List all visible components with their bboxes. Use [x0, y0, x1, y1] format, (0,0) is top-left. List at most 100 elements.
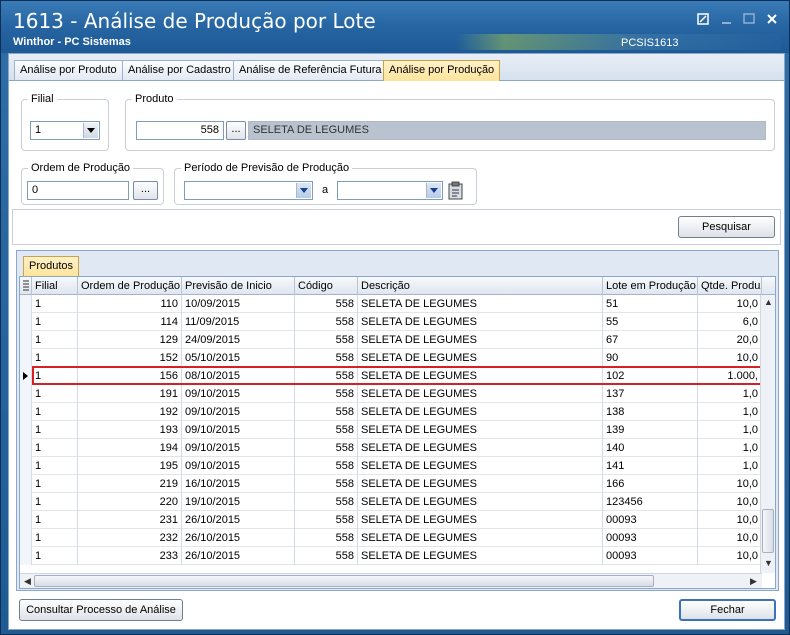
periodo-fim-input[interactable] [337, 181, 443, 200]
vertical-scrollbar[interactable]: ▲ ▼ [760, 295, 775, 573]
scroll-left-icon[interactable]: ◀ [24, 576, 31, 587]
column-header-ordem-producao[interactable]: Ordem de Produção [78, 277, 182, 295]
row-indicator[interactable] [20, 547, 32, 565]
table-row[interactable]: 1 232 26/10/2015 558 SELETA DE LEGUMES 00093 1… [20, 529, 762, 547]
table-row[interactable]: 1 194 09/10/2015 558 SELETA DE LEGUMES 140 1,0 [20, 439, 762, 457]
column-header-codigo[interactable]: Código [295, 277, 358, 295]
row-indicator[interactable] [20, 457, 32, 475]
table-row[interactable]: 1 233 26/10/2015 558 SELETA DE LEGUMES 00093 1… [20, 547, 762, 565]
cell-codigo: 558 [295, 421, 358, 439]
periodo-inicio-input[interactable] [184, 181, 313, 200]
cell-descricao: SELETA DE LEGUMES [358, 367, 603, 385]
minimize-icon[interactable] [719, 12, 735, 26]
table-row[interactable]: 1 192 09/10/2015 558 SELETA DE LEGUMES 138 1,0 [20, 403, 762, 421]
chevron-down-icon[interactable] [83, 123, 98, 138]
table-row[interactable]: 1 193 09/10/2015 558 SELETA DE LEGUMES 139 1,0 [20, 421, 762, 439]
tab-analise-por-produto[interactable]: Análise por Produto [14, 60, 123, 80]
row-indicator[interactable] [20, 349, 32, 367]
produto-code-input[interactable]: 558 [136, 121, 224, 140]
clipboard-icon[interactable] [447, 181, 465, 200]
title-decoration [456, 34, 781, 50]
cell-previsao-inicio: 09/10/2015 [182, 421, 295, 439]
cell-filial: 1 [32, 457, 78, 475]
filial-select[interactable]: 1 [30, 121, 100, 140]
horizontal-scroll-thumb[interactable] [34, 575, 654, 587]
cell-descricao: SELETA DE LEGUMES [358, 439, 603, 457]
row-indicator[interactable] [20, 403, 32, 421]
column-header-previsao-inicio[interactable]: Previsão de Inicio [182, 277, 295, 295]
fechar-button[interactable]: Fechar [679, 599, 776, 621]
column-header-lote-producao[interactable]: Lote em Produção [603, 277, 698, 295]
scroll-right-icon[interactable]: ▶ [750, 576, 757, 587]
cell-qtde-produz: 6,0 [698, 313, 762, 331]
produto-search-button[interactable]: ... [226, 121, 246, 140]
calendar-dropdown-icon[interactable] [296, 183, 311, 198]
ordem-producao-search-button[interactable]: ... [133, 181, 158, 200]
column-header-qtde-produz[interactable]: Qtde. Produz [698, 277, 762, 295]
row-indicator[interactable] [20, 385, 32, 403]
consultar-processo-button[interactable]: Consultar Processo de Análise [19, 599, 183, 621]
produto-group: Produto 558 ... SELETA DE LEGUMES [125, 93, 775, 151]
horizontal-scrollbar[interactable]: ◀ ▶ [20, 573, 762, 588]
table-row[interactable]: 1 114 11/09/2015 558 SELETA DE LEGUMES 55 6,0 [20, 313, 762, 331]
table-row[interactable]: 1 231 26/10/2015 558 SELETA DE LEGUMES 00093 1… [20, 511, 762, 529]
table-row[interactable]: 1 220 19/10/2015 558 SELETA DE LEGUMES 123456… [20, 493, 762, 511]
table-row[interactable]: 1 110 10/09/2015 558 SELETA DE LEGUMES 51 10,0 [20, 295, 762, 313]
calendar-dropdown-icon[interactable] [426, 183, 441, 198]
cell-descricao: SELETA DE LEGUMES [358, 385, 603, 403]
row-indicator[interactable] [20, 313, 32, 331]
cell-codigo: 558 [295, 385, 358, 403]
row-indicator[interactable] [20, 475, 32, 493]
column-header-filial[interactable]: Filial [32, 277, 78, 295]
ordem-producao-group: Ordem de Produção 0 ... [21, 162, 164, 205]
column-header-descricao[interactable]: Descrição [358, 277, 603, 295]
restore-icon[interactable] [695, 12, 711, 26]
vertical-scroll-thumb[interactable] [762, 509, 774, 553]
pesquisar-button[interactable]: Pesquisar [678, 216, 775, 238]
cell-filial: 1 [32, 385, 78, 403]
tab-produtos[interactable]: Produtos [23, 256, 80, 276]
produtos-grid[interactable]: Filial Ordem de Produção Previsão de Ini… [19, 276, 776, 589]
row-indicator[interactable] [20, 511, 32, 529]
ordem-producao-input[interactable]: 0 [27, 181, 129, 200]
cell-lote-producao: 102 [603, 367, 698, 385]
table-row[interactable]: 1 219 16/10/2015 558 SELETA DE LEGUMES 166 10,… [20, 475, 762, 493]
produtos-grid-container: Produtos Filial Ordem de Produção Previs… [16, 250, 779, 591]
row-indicator[interactable] [20, 367, 32, 385]
table-row[interactable]: 1 152 05/10/2015 558 SELETA DE LEGUMES 90 10,0 [20, 349, 762, 367]
window-subtitle: Winthor - PC Sistemas [13, 36, 131, 48]
cell-previsao-inicio: 09/10/2015 [182, 439, 295, 457]
cell-codigo: 558 [295, 349, 358, 367]
table-row[interactable]: 1 191 09/10/2015 558 SELETA DE LEGUMES 137 1,0 [20, 385, 762, 403]
cell-codigo: 558 [295, 313, 358, 331]
cell-lote-producao: 137 [603, 385, 698, 403]
row-indicator[interactable] [20, 493, 32, 511]
tab-analise-por-cadastro[interactable]: Análise por Cadastro [122, 60, 237, 80]
tab-analise-referencia-futura[interactable]: Análise de Referência Futura [233, 60, 388, 80]
cell-lote-producao: 67 [603, 331, 698, 349]
row-indicator[interactable] [20, 439, 32, 457]
cell-previsao-inicio: 24/09/2015 [182, 331, 295, 349]
cell-qtde-produz: 10,0 [698, 493, 762, 511]
tab-analise-por-producao[interactable]: Análise por Produção [383, 60, 501, 81]
cell-qtde-produz: 1,0 [698, 439, 762, 457]
maximize-icon[interactable] [741, 12, 757, 26]
cell-qtde-produz: 10,0 [698, 475, 762, 493]
row-indicator[interactable] [20, 421, 32, 439]
scroll-up-icon[interactable]: ▲ [764, 297, 773, 307]
row-indicator[interactable] [20, 529, 32, 547]
tab-bar: Análise por Produto Análise por Cadastro… [9, 54, 784, 81]
table-row[interactable]: 1 129 24/09/2015 558 SELETA DE LEGUMES 67 20,0 [20, 331, 762, 349]
scroll-down-icon[interactable]: ▼ [764, 558, 773, 568]
cell-lote-producao: 00093 [603, 547, 698, 565]
cell-codigo: 558 [295, 547, 358, 565]
table-row[interactable]: 1 156 08/10/2015 558 SELETA DE LEGUMES 102 1.0… [20, 367, 762, 385]
cell-descricao: SELETA DE LEGUMES [358, 349, 603, 367]
cell-qtde-produz: 1,0 [698, 421, 762, 439]
row-indicator[interactable] [20, 295, 32, 313]
close-icon[interactable] [764, 12, 780, 26]
title-bar[interactable]: 1613 - Análise de Produção por Lote Wint… [1, 1, 789, 53]
row-indicator[interactable] [20, 331, 32, 349]
table-row[interactable]: 1 195 09/10/2015 558 SELETA DE LEGUMES 141 1,0 [20, 457, 762, 475]
column-chooser-icon[interactable] [20, 277, 32, 295]
